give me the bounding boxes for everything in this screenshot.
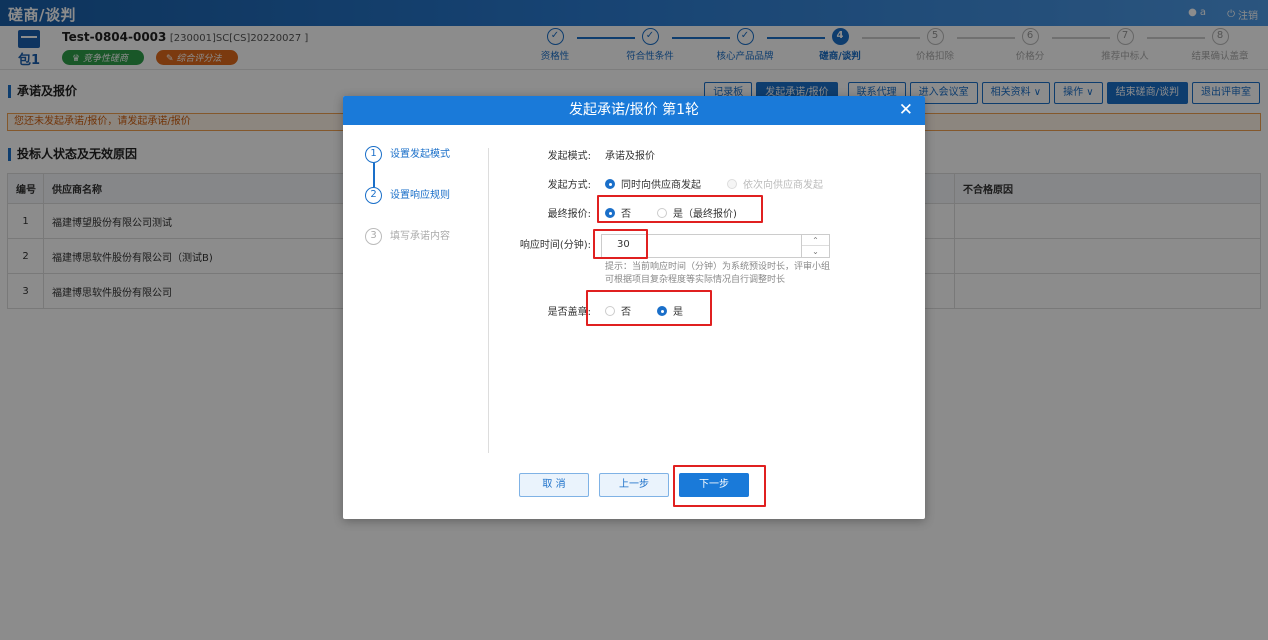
highlight-seal <box>586 290 712 326</box>
highlight-response-time <box>593 229 648 259</box>
method-label: 发起方式: <box>547 180 591 191</box>
response-time-stepper[interactable]: ⌃ ⌄ <box>801 235 829 257</box>
dialog-divider <box>488 148 489 453</box>
wizard-step-content: 3 填写承诺内容 <box>365 228 475 269</box>
method-simultaneous-radio[interactable]: 同时向供应商发起 <box>605 176 701 191</box>
response-time-label: 响应时间(分钟): <box>519 240 591 251</box>
method-row: 发起方式: 同时向供应商发起 依次向供应商发起 <box>503 176 849 191</box>
mode-label: 发起模式: <box>547 151 591 162</box>
cancel-button[interactable]: 取 消 <box>519 473 589 497</box>
response-time-hint: 提示：当前响应时间（分钟）为系统预设时长，评审小组可根据项目复杂程度等实际情况自… <box>605 262 831 285</box>
mode-value: 承诺及报价 <box>605 151 655 162</box>
seal-label: 是否盖章: <box>547 307 591 318</box>
response-time-row: 响应时间(分钟): <box>503 236 591 251</box>
dialog-header: 发起承诺/报价 第1轮 ✕ <box>343 96 925 125</box>
mode-row: 发起模式: 承诺及报价 <box>503 147 655 162</box>
wizard-connector <box>373 163 375 187</box>
dialog-title: 发起承诺/报价 第1轮 <box>568 102 700 118</box>
chevron-down-icon[interactable]: ⌄ <box>802 246 829 257</box>
highlight-next-button <box>673 465 766 507</box>
wizard-steps: 1 设置发起模式 2 设置响应规则 3 填写承诺内容 <box>365 146 475 269</box>
wizard-step-mode[interactable]: 1 设置发起模式 <box>365 146 475 187</box>
wizard-step-rules[interactable]: 2 设置响应规则 <box>365 187 475 228</box>
previous-step-button[interactable]: 上一步 <box>599 473 669 497</box>
chevron-up-icon[interactable]: ⌃ <box>802 235 829 246</box>
method-sequential-radio: 依次向供应商发起 <box>727 176 823 191</box>
highlight-final-price <box>597 195 763 223</box>
close-icon[interactable]: ✕ <box>899 96 913 125</box>
final-price-label: 最终报价: <box>547 209 591 220</box>
